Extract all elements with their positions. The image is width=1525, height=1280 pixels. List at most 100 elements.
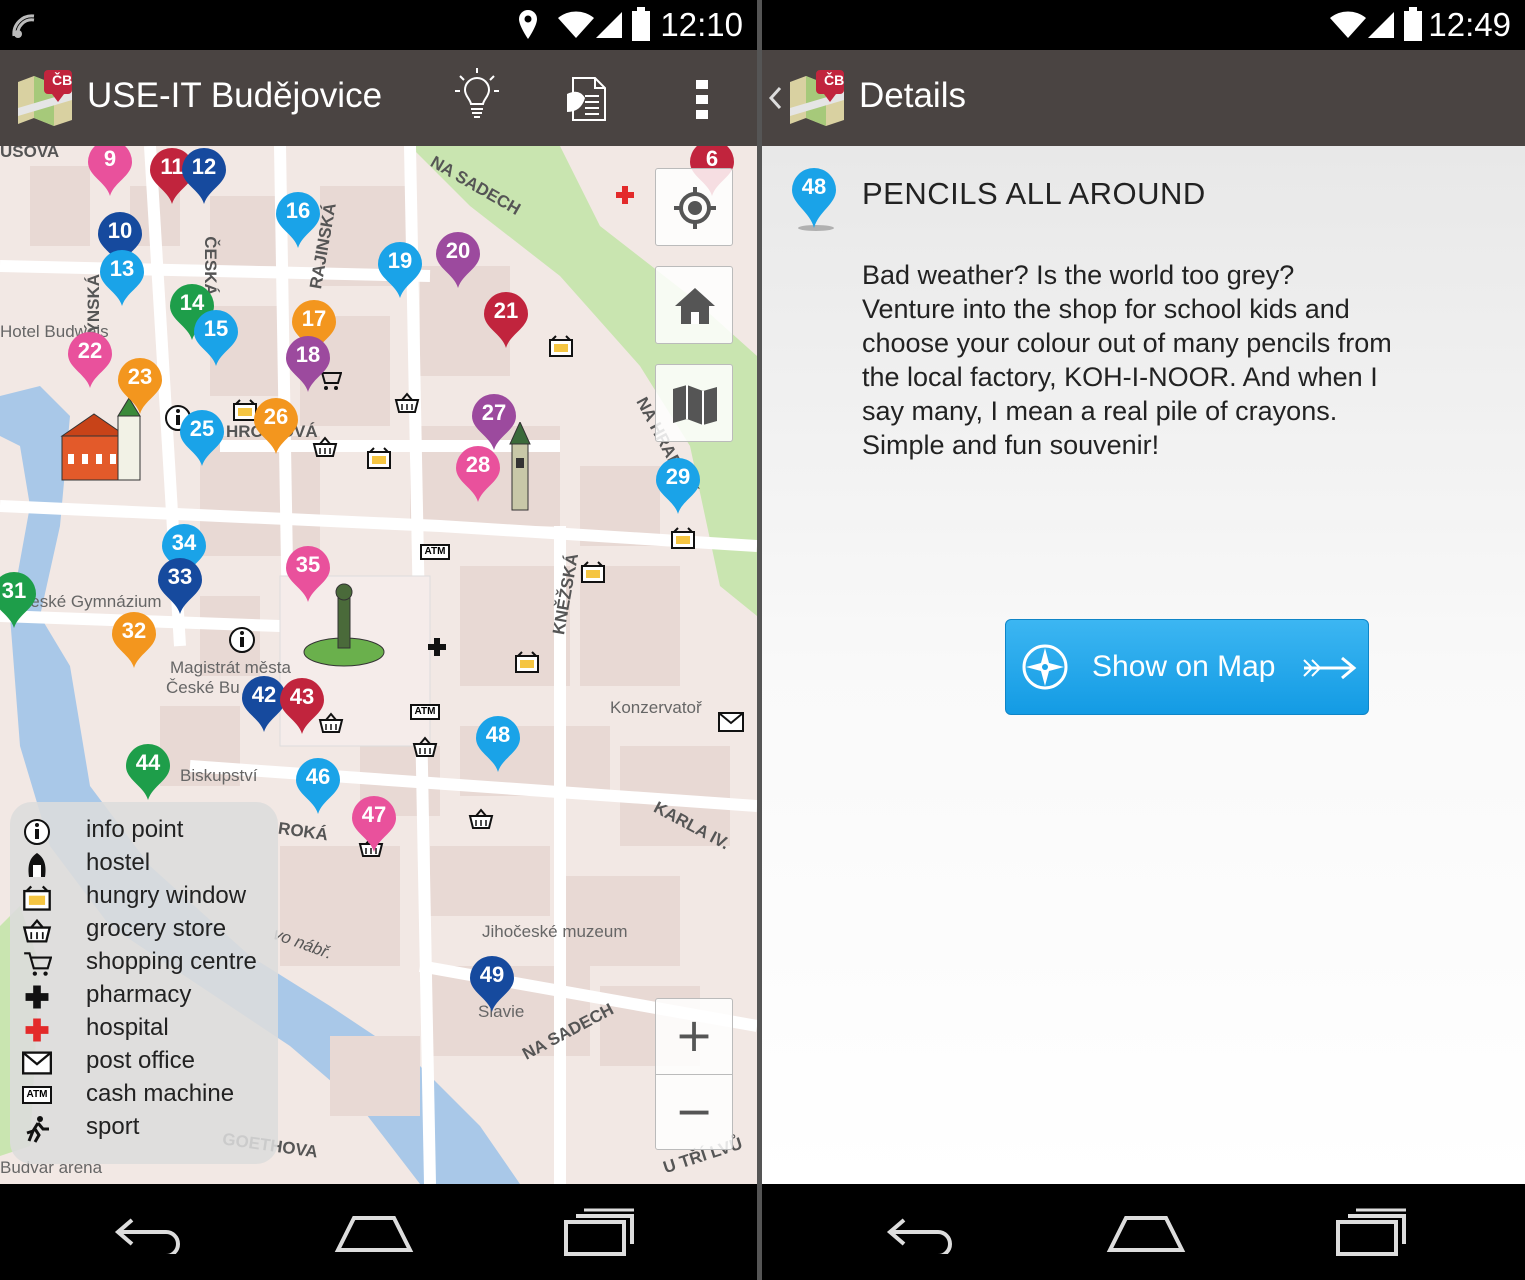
map-view[interactable]: USOVA NA SADECH MLÝNSKÁ ČESKÁ RAJINSKÁ H…	[0, 146, 757, 1184]
status-bar: 12:10	[0, 0, 757, 50]
legend-item: pharmacy	[10, 981, 278, 1014]
app-logo: ČB	[786, 68, 848, 130]
app-logo[interactable]: ČB	[14, 68, 76, 130]
map-pin-21[interactable]: 21	[482, 290, 530, 350]
map-pin-number: 16	[285, 198, 311, 223]
map-pin-48[interactable]: 48	[474, 714, 522, 774]
nfc-icon	[12, 14, 35, 38]
signal-icon	[1368, 12, 1394, 38]
arrow-right-icon	[1303, 656, 1357, 680]
map-pin-number: 28	[465, 452, 491, 477]
legend-label: shopping centre	[86, 948, 257, 975]
nav-bar	[762, 1184, 1525, 1280]
map-pin-33[interactable]: 33	[156, 556, 204, 616]
logo-text: ČB	[52, 72, 73, 88]
legend-item: hospital	[10, 1014, 278, 1047]
map-pin-23[interactable]: 23	[116, 356, 164, 416]
legend-item: post office	[10, 1047, 278, 1080]
map-pin-number: 22	[77, 338, 103, 363]
logo-text: ČB	[824, 72, 845, 88]
home-nav-icon[interactable]	[1106, 1214, 1186, 1254]
map-pin-19[interactable]: 19	[376, 240, 424, 300]
legend-item: hostel	[10, 849, 278, 882]
map-pin-35[interactable]: 35	[284, 544, 332, 604]
legend-label: grocery store	[86, 915, 227, 942]
map-pin-number: 44	[135, 750, 161, 775]
map-pin-number: 43	[289, 684, 315, 709]
map-pin-29[interactable]: 29	[654, 456, 702, 516]
back-icon[interactable]	[886, 1214, 956, 1254]
map-pin-18[interactable]: 18	[284, 334, 332, 394]
app-bar: ČB Details	[762, 50, 1525, 146]
map-pin-26[interactable]: 26	[252, 396, 300, 456]
details-content: 48 PENCILS ALL AROUND Bad weather? Is th…	[762, 146, 1525, 1184]
my-location-button[interactable]	[655, 168, 733, 246]
map-pin-25[interactable]: 25	[178, 408, 226, 468]
home-button[interactable]	[655, 266, 733, 344]
map-pin-number: 46	[305, 764, 331, 789]
map-pin-12[interactable]: 12	[180, 146, 228, 206]
grocery-basket-icon	[22, 918, 52, 943]
hostel-icon	[28, 853, 46, 877]
map-pin-9[interactable]: 9	[86, 146, 134, 198]
shopping-cart-icon	[24, 952, 52, 976]
map-pin-number: 10	[107, 218, 133, 243]
poi-pin: 48	[790, 166, 838, 232]
compass-icon	[1022, 644, 1068, 690]
map-screen: 12:10 ČB USE-IT Budějovice USOVA NA SADE…	[0, 0, 757, 1280]
map-pin-number: 29	[665, 464, 691, 489]
recents-icon[interactable]	[1334, 1206, 1410, 1258]
lightbulb-icon[interactable]	[452, 66, 502, 126]
map-pin-44[interactable]: 44	[124, 742, 172, 802]
home-nav-icon[interactable]	[334, 1214, 414, 1254]
zoom-controls: + −	[655, 998, 733, 1150]
map-pin-15[interactable]: 15	[192, 308, 240, 368]
map-pin-number: 13	[109, 256, 135, 281]
map-pin-49[interactable]: 49	[468, 954, 516, 1014]
map-pin-27[interactable]: 27	[470, 392, 518, 452]
show-on-map-button[interactable]: Show on Map	[1005, 619, 1369, 715]
poi-pin-number: 48	[801, 174, 827, 199]
atm-icon: ATM	[22, 1086, 52, 1104]
zoom-in-button[interactable]: +	[656, 999, 732, 1075]
recents-icon[interactable]	[562, 1206, 638, 1258]
map-layers-button[interactable]	[655, 364, 733, 442]
map-pin-number: 26	[263, 404, 289, 429]
map-pin-32[interactable]: 32	[110, 610, 158, 670]
legend-item: shopping centre	[10, 948, 278, 981]
legend-item: ATM cash machine	[10, 1080, 278, 1113]
status-time: 12:10	[660, 6, 743, 43]
chevron-left-icon	[768, 86, 782, 110]
up-navigation[interactable]: ČB	[762, 50, 862, 146]
location-icon	[519, 10, 537, 39]
battery-icon	[632, 7, 650, 41]
map-pin-number: 31	[1, 578, 27, 603]
legend-label: post office	[86, 1047, 195, 1074]
map-pin-number: 12	[191, 154, 217, 179]
zoom-out-button[interactable]: −	[656, 1075, 732, 1151]
map-pin-46[interactable]: 46	[294, 756, 342, 816]
document-icon[interactable]	[563, 74, 613, 124]
signal-icon	[596, 12, 622, 38]
legend-item: info point	[10, 816, 278, 849]
map-pin-13[interactable]: 13	[98, 248, 146, 308]
map-pin-22[interactable]: 22	[66, 330, 114, 390]
map-pin-number: 9	[103, 146, 117, 171]
map-legend: info point hostel hungry window grocery …	[10, 802, 278, 1164]
envelope-icon	[22, 1051, 52, 1075]
map-pin-number: 19	[387, 248, 413, 273]
back-icon[interactable]	[114, 1214, 184, 1254]
map-pin-20[interactable]: 20	[434, 230, 482, 290]
map-pin-43[interactable]: 43	[278, 676, 326, 736]
map-pin-number: 33	[167, 564, 193, 589]
app-bar: ČB USE-IT Budějovice	[0, 50, 757, 146]
map-pin-16[interactable]: 16	[274, 190, 322, 250]
map-pin-47[interactable]: 47	[350, 794, 398, 854]
map-pin-31[interactable]: 31	[0, 570, 38, 630]
map-pin-28[interactable]: 28	[454, 444, 502, 504]
overflow-menu-icon[interactable]	[690, 78, 714, 122]
poi-description: Bad weather? Is the world too grey? Vent…	[862, 260, 1392, 460]
map-pin-number: 25	[189, 416, 215, 441]
wifi-icon	[1330, 11, 1366, 39]
legend-item: sport	[10, 1113, 278, 1146]
